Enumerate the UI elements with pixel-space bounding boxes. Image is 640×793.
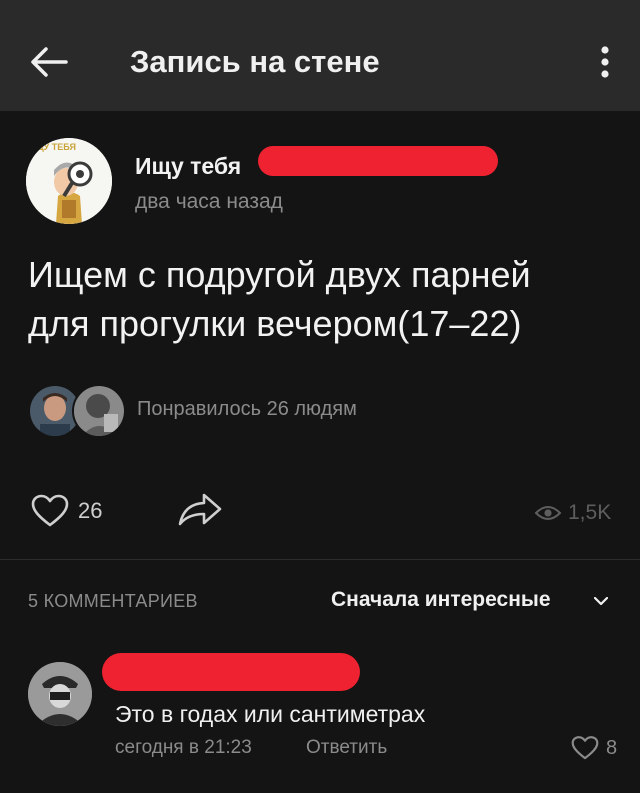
author-avatar[interactable]: ИЩУ ТЕБЯ xyxy=(26,138,112,224)
post-text: Ищем с подругой двух парней для прогулки… xyxy=(28,250,618,348)
arrow-left-icon xyxy=(31,47,68,77)
liker-avatar-2[interactable] xyxy=(72,384,126,438)
author-name[interactable]: Ищу тебя xyxy=(135,153,241,180)
comments-count: 5 КОММЕНТАРИЕВ xyxy=(28,591,198,611)
post-text-line-2: для прогулки вечером(17–22) xyxy=(28,303,522,344)
comments-sort-dropdown[interactable]: Сначала интересные xyxy=(331,588,608,612)
eye-icon xyxy=(534,506,562,520)
reply-button[interactable]: Ответить xyxy=(306,737,387,759)
back-button[interactable] xyxy=(26,42,70,82)
views-count: 1,5K xyxy=(568,501,612,524)
comment-text: Это в годах или сантиметрах xyxy=(115,701,426,727)
comment-author-redaction xyxy=(102,653,360,691)
likers-summary[interactable]: Понравилось 26 людям xyxy=(137,398,357,421)
post-time: два часа назад xyxy=(135,190,283,213)
heart-icon xyxy=(31,494,69,527)
like-count: 26 xyxy=(78,498,103,523)
share-button[interactable] xyxy=(176,490,224,530)
page-title: Запись на стене xyxy=(130,44,380,79)
author-name-redaction xyxy=(258,146,498,176)
top-bar: Запись на стене xyxy=(0,0,640,111)
comment-author-avatar[interactable] xyxy=(28,662,92,726)
detective-avatar-image: ИЩУ ТЕБЯ xyxy=(26,138,112,224)
post-text-line-1: Ищем с подругой двух парней xyxy=(28,254,531,295)
share-arrow-icon xyxy=(178,493,222,526)
commenter-photo xyxy=(28,662,92,726)
chevron-down-icon xyxy=(594,597,608,606)
divider xyxy=(0,559,640,560)
more-menu-button[interactable] xyxy=(590,40,620,84)
sort-label: Сначала интересные xyxy=(331,588,551,611)
comment-like-count: 8 xyxy=(606,737,618,759)
liker-photo-2 xyxy=(74,386,124,436)
comment-time: сегодня в 21:23 xyxy=(115,737,252,758)
more-vertical-icon xyxy=(601,46,609,78)
heart-icon xyxy=(571,736,599,760)
